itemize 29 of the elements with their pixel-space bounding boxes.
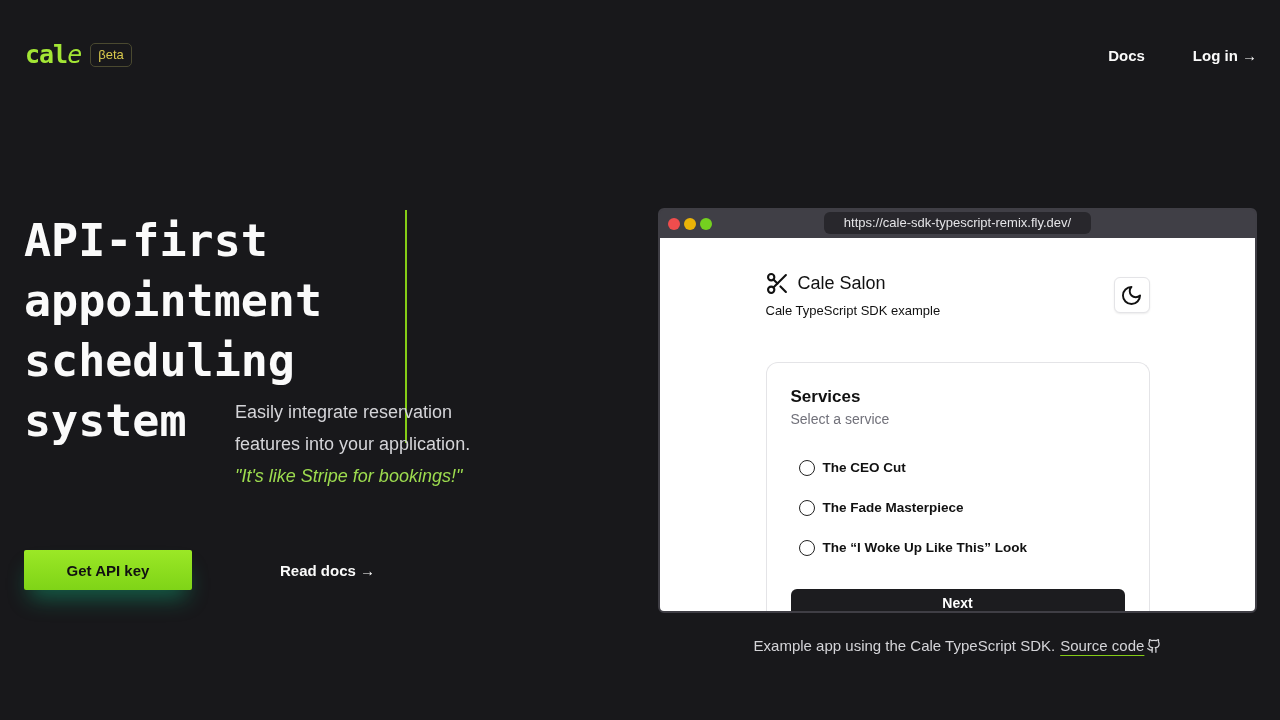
- window-control-icon: [700, 218, 712, 230]
- heading-line: API-first: [24, 213, 268, 269]
- read-docs-link[interactable]: Read docs →: [280, 561, 376, 579]
- window-control-icon: [668, 218, 680, 230]
- window-control-icon: [684, 218, 696, 230]
- address-bar: https://cale-sdk-typescript-remix.fly.dev/: [823, 212, 1092, 234]
- card-subtitle: Select a service: [790, 410, 891, 429]
- app-subtitle: Cale TypeScript SDK example: [765, 302, 941, 320]
- option-label[interactable]: The Fade Masterpiece: [822, 499, 964, 517]
- option-label[interactable]: The CEO Cut: [822, 459, 906, 477]
- theme-toggle-button[interactable]: [1113, 277, 1150, 313]
- heading-line: scheduling: [24, 333, 295, 389]
- logo[interactable]: cale: [24, 40, 82, 70]
- app-title: Cale Salon: [797, 272, 886, 294]
- moon-icon: [1122, 285, 1141, 305]
- get-api-key-button[interactable]: Get API key: [24, 550, 192, 590]
- nav-link[interactable]: Docs: [1108, 46, 1145, 64]
- option-label[interactable]: The “I Woke Up Like This” Look: [822, 539, 1028, 557]
- card-title: Services: [790, 387, 862, 407]
- next-button[interactable]: Next: [790, 589, 1125, 611]
- beta-badge: βeta: [90, 43, 132, 67]
- github-icon: [1147, 639, 1162, 653]
- source-code-link[interactable]: Source code: [1060, 635, 1162, 657]
- heading-line: system: [24, 393, 187, 449]
- hero-quote: "It's like Stripe for bookings!": [235, 465, 464, 488]
- caption-text: Example app using the Cale TypeScript SDK.: [753, 636, 1056, 656]
- nav-link[interactable]: Log in →: [1192, 46, 1257, 64]
- scissors-icon: [766, 272, 788, 294]
- heading-line: appointment: [24, 273, 322, 329]
